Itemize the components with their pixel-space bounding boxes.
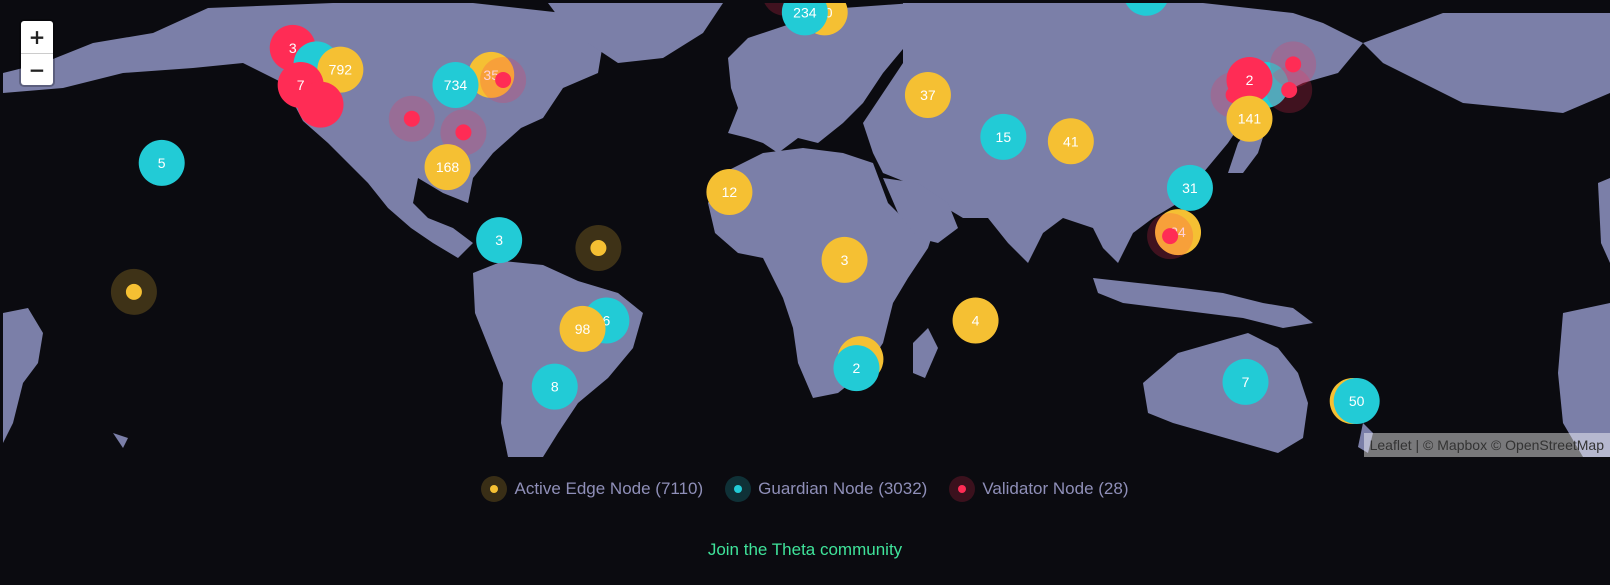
cluster-count-label: 50 [1349,393,1365,409]
zoom-in-button[interactable]: + [21,21,53,53]
cluster-count-label: 792 [329,62,353,78]
edge-node-dot [125,283,142,300]
validator-node-dot [495,71,512,88]
legend-item-validator: Validator Node (28) [949,476,1129,502]
edge-legend-icon [481,476,508,502]
edge-node-marker[interactable]: 168 [424,144,471,191]
cluster-count-label: 3 [289,40,297,56]
legend-item-edge: Active Edge Node (7110) [481,476,703,502]
cluster-count-label: 37 [920,87,936,103]
cluster-count-label: 3 [495,232,503,248]
guardian-node-marker[interactable]: 2 [833,345,880,392]
validator-node-marker[interactable] [388,95,435,142]
world-map[interactable]: 2437927357345168369886023441583712342154… [3,3,1610,457]
validator-node-marker[interactable] [480,56,527,103]
cluster-count-label: 7 [1242,374,1250,390]
cluster-count-label: 141 [1238,111,1262,127]
edge-node-marker[interactable]: 41 [1047,118,1094,165]
guardian-node-marker[interactable]: 3 [476,217,523,264]
legend-label: Validator Node (28) [982,479,1129,498]
edge-node-marker[interactable]: 141 [1226,95,1273,142]
validator-node-marker[interactable] [1266,67,1313,114]
world-map-base: 2437927357345168369886023441583712342154… [3,3,1610,457]
validator-node-dot [1162,228,1179,245]
cluster-count-label: 2 [1246,72,1254,88]
edge-node-marker[interactable]: 4 [952,297,999,344]
edge-node-marker[interactable]: 37 [904,71,951,118]
guardian-node-marker[interactable]: 15 [980,113,1027,160]
cluster-count-label: 12 [722,184,738,200]
guardian-node-marker[interactable]: 7 [1222,358,1269,405]
zoom-control: + − [21,21,53,85]
cluster-count-label: 15 [996,129,1012,145]
map-legend: Active Edge Node (7110) Guardian Node (30… [0,476,1610,502]
edge-node-dot [590,240,607,256]
landmass-madagascar [913,328,938,378]
validator-legend-icon [949,476,976,502]
edge-node-marker[interactable] [575,225,622,271]
cluster-count-label: 98 [575,321,591,337]
edge-node-marker[interactable]: 3 [821,236,868,283]
cluster-count-label: 168 [436,159,460,175]
cluster-count-label: 4 [972,313,980,329]
legend-label: Active Edge Node (7110) [514,479,704,498]
guardian-node-marker[interactable]: 50 [1333,378,1380,425]
validator-node-dot [455,124,472,141]
map-attribution[interactable]: Leaflet | © Mapbox © OpenStreetMap [1363,433,1610,457]
validator-node-marker[interactable] [297,81,344,128]
guardian-node-marker[interactable]: 8 [531,363,578,410]
cluster-count-label: 3 [841,252,849,268]
validator-node-marker[interactable] [1147,213,1194,260]
landmass-tierra [113,433,128,448]
cluster-count-label: 2 [853,360,861,376]
edge-node-marker[interactable]: 12 [706,168,753,215]
edge-node-marker[interactable]: 98 [559,305,606,352]
landmass-indonesia [1093,278,1313,328]
landmass-east-edge [1598,178,1610,263]
cluster-count-label: 5 [158,155,166,171]
join-community-link[interactable]: Join the Theta community [0,540,1610,560]
guardian-node-marker[interactable]: 5 [138,139,185,186]
guardian-node-marker[interactable]: 31 [1166,164,1213,211]
validator-node-dot [1281,82,1298,99]
guardian-node-marker[interactable]: 734 [432,62,479,109]
legend-label: Guardian Node (3032) [758,479,928,498]
landmass-north-east-asia [1363,13,1610,113]
validator-node-dot [403,110,420,127]
legend-item-guardian: Guardian Node (3032) [725,476,927,502]
edge-node-marker[interactable] [110,268,157,315]
guardian-legend-icon [725,476,752,502]
landmass-alaska-west [3,308,43,443]
cluster-count-label: 41 [1063,133,1079,149]
landmass-south-america [473,261,643,457]
cluster-count-label: 234 [793,4,817,20]
zoom-out-button[interactable]: − [21,53,53,85]
cluster-count-label: 31 [1182,180,1198,196]
validator-cluster-circle [297,81,344,128]
cluster-count-label: 734 [444,77,468,93]
cluster-count-label: 8 [551,379,559,395]
